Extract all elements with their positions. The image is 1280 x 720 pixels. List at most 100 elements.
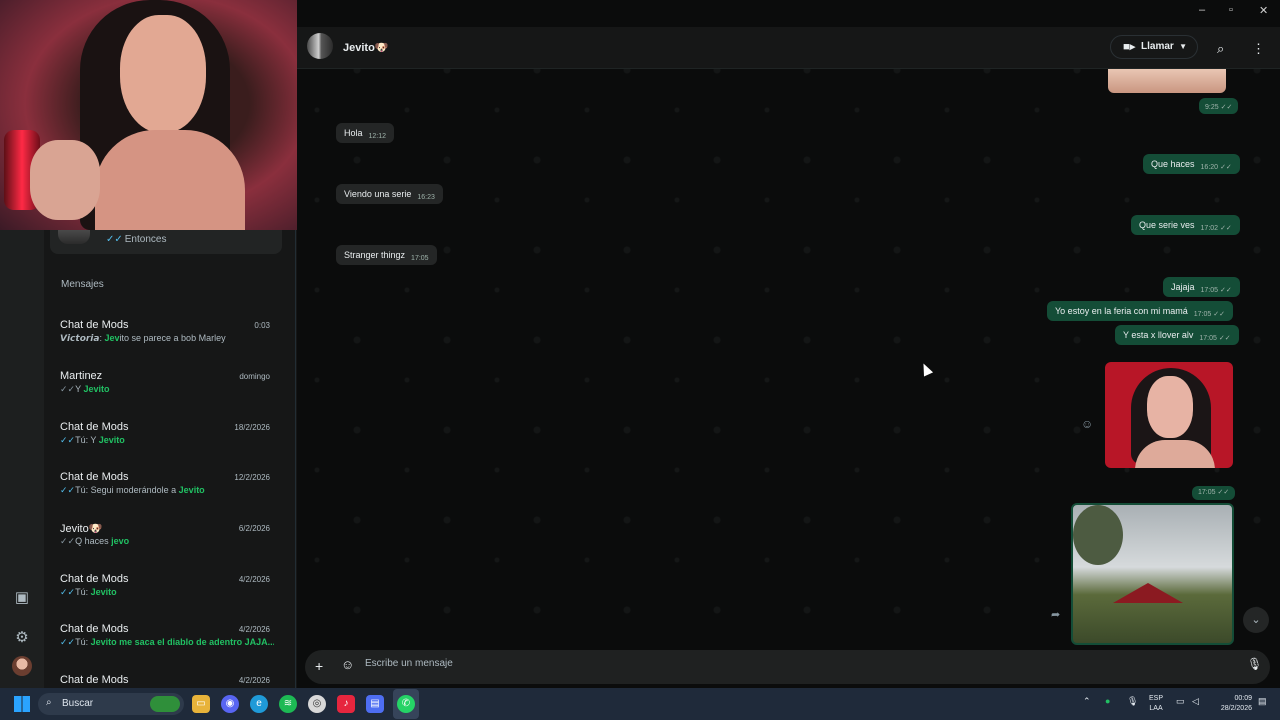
chat-list-item[interactable]: Jevito🐶 6/2/2026 ✓✓Q haces jevo: [60, 522, 274, 566]
chat-preview: ✓✓Tú: Jevito: [60, 587, 117, 597]
microphone-icon[interactable]: 🎙: [1247, 657, 1262, 671]
incoming-message[interactable]: Hola 12:12: [336, 123, 395, 143]
chat-list-item[interactable]: Chat de Mods 4/2/2026 ✓✓Tú: Jevito me sa…: [60, 623, 274, 667]
chat-list-item[interactable]: Chat de Mods 4/2/2026 ✓✓Tú: Jevito: [60, 573, 274, 617]
image-message[interactable]: [1108, 69, 1226, 93]
taskbar: ⌕ Buscar ▭ ◉ e ≋ ◎ ♪ ▤ ✆ ⌃ ● 🎙 ESP LAA ▭ …: [0, 688, 1280, 720]
volume-icon[interactable]: ◁: [1192, 696, 1199, 707]
microphone-icon[interactable]: 🎙: [1127, 696, 1138, 707]
chat-time: 18/2/2026: [234, 423, 270, 432]
incoming-message[interactable]: Viendo una serie 16:23: [336, 184, 443, 204]
input-language[interactable]: ESP LAA: [1149, 694, 1163, 714]
chevron-down-icon: ⌄: [1251, 614, 1261, 626]
maximize-button[interactable]: ▫: [1229, 4, 1233, 16]
chat-preview: ✓✓Tú: Jevito me saca el diablo de adentr…: [60, 637, 274, 647]
contact-name[interactable]: Jevito🐶: [343, 41, 389, 54]
video-camera-icon: ■▸: [1123, 41, 1136, 53]
chat-name: Chat de Mods: [60, 573, 129, 585]
message-time: 9:25 ✓✓: [1199, 98, 1239, 114]
chat-preview: ✓✓Tú: Segui moderándole a Jevito: [60, 485, 205, 495]
notification-icon[interactable]: ▤: [1258, 696, 1267, 707]
chat-time: 4/2/2026: [238, 575, 270, 584]
mouse-cursor: [918, 361, 934, 377]
outgoing-message[interactable]: Jajaja 17:05 ✓✓: [1163, 277, 1240, 297]
image-message[interactable]: [1105, 362, 1233, 468]
outgoing-message[interactable]: Yo estoy en la feria con mi mamá 17:05 ✓✓: [1047, 301, 1233, 321]
message-composer: + ☺ Escribe un mensaje 🎙: [297, 646, 1280, 688]
double-check-icon: ✓✓: [60, 384, 76, 394]
pinned-preview: ✓✓ Entonces: [106, 234, 167, 245]
tiktok-icon[interactable]: ♪: [337, 695, 355, 713]
search-label: Buscar: [62, 698, 94, 709]
image-icon[interactable]: ▣: [12, 588, 32, 608]
double-check-icon: ✓✓: [60, 485, 76, 495]
call-label: Llamar: [1141, 41, 1174, 52]
message-time: 17:05 ✓✓: [1192, 486, 1236, 500]
chat-time: 4/2/2026: [238, 676, 270, 685]
chat-name: Martinez: [60, 370, 103, 382]
chat-list-item[interactable]: Chat de Mods 12/2/2026 ✓✓Tú: Segui moder…: [60, 471, 274, 515]
chat-name: Chat de Mods: [60, 471, 129, 483]
chat-name: Jevito🐶: [60, 523, 103, 535]
chat-time: 6/2/2026: [238, 524, 270, 533]
incoming-message[interactable]: Stranger thingz 17:05: [336, 245, 437, 265]
search-icon[interactable]: ⌕: [1217, 41, 1224, 57]
chat-preview: ✓✓Tú: Y Jevito: [60, 435, 125, 445]
network-icon[interactable]: ▭: [1176, 696, 1185, 707]
image-message[interactable]: [1071, 503, 1234, 645]
title-bar: – ▫ ✕: [297, 0, 1280, 27]
outgoing-message[interactable]: Que serie ves 17:02 ✓✓: [1131, 215, 1240, 235]
status-dot-icon[interactable]: ●: [1105, 696, 1110, 706]
chat-list-item[interactable]: Chat de Mods 0:03 𝙑𝙞𝙘𝙩𝙤𝙧𝙞𝙖: Jevito se pa…: [60, 319, 274, 363]
windows-start-icon[interactable]: [14, 696, 30, 712]
sticker-icon[interactable]: ☺: [341, 657, 354, 672]
chat-time: domingo: [239, 372, 270, 381]
chat-list-item[interactable]: Chat de Mods 18/2/2026 ✓✓Tú: Y Jevito: [60, 421, 274, 465]
chat-name: Chat de Mods: [60, 623, 129, 635]
minimize-button[interactable]: –: [1199, 4, 1205, 16]
conversation-pane: – ▫ ✕ Jevito🐶 ■▸ Llamar ▼ ⌕ ⋮ 9:25 ✓✓ Hol…: [297, 0, 1280, 688]
chevron-down-icon: ▼: [1179, 42, 1187, 51]
whatsapp-icon[interactable]: ✆: [397, 695, 415, 713]
chat-name: Chat de Mods: [60, 674, 129, 686]
scroll-down-button[interactable]: ⌄: [1243, 607, 1269, 633]
plus-icon[interactable]: +: [315, 658, 323, 674]
chevron-up-icon[interactable]: ⌃: [1083, 696, 1091, 707]
forward-icon[interactable]: ➦: [1051, 608, 1060, 621]
double-check-icon: ✓✓: [60, 536, 76, 546]
discord-icon[interactable]: ◉: [221, 695, 239, 713]
message-input[interactable]: Escribe un mensaje: [365, 658, 453, 669]
outgoing-message[interactable]: Y esta x llover alv 17:05 ✓✓: [1115, 325, 1239, 345]
clock[interactable]: 00:09 28/2/2026: [1210, 694, 1252, 714]
whatsapp-window: ▣ ⚙ ✓✓ Entonces Mensajes Chat de Mods 0:0…: [0, 0, 1280, 688]
outgoing-message[interactable]: Que haces 16:20 ✓✓: [1143, 154, 1240, 174]
search-highlight-image: [150, 696, 180, 712]
chat-header[interactable]: Jevito🐶 ■▸ Llamar ▼ ⌕ ⋮: [297, 27, 1280, 69]
chat-list-item[interactable]: Chat de Mods 4/2/2026: [60, 674, 274, 688]
search-icon: ⌕: [46, 697, 52, 708]
edge-icon[interactable]: e: [250, 695, 268, 713]
double-check-icon: ✓✓: [60, 637, 76, 647]
close-button[interactable]: ✕: [1259, 4, 1268, 17]
chrome-icon[interactable]: ◎: [308, 695, 326, 713]
emoji-react-icon[interactable]: ☺: [1081, 417, 1093, 431]
section-title-messages: Mensajes: [61, 279, 104, 290]
file-explorer-icon[interactable]: ▭: [192, 695, 210, 713]
double-check-icon: ✓✓: [60, 587, 76, 597]
webcam-overlay: [0, 0, 303, 230]
chat-preview: ✓✓Q haces jevo: [60, 536, 130, 546]
chat-list-item[interactable]: Martinez domingo ✓✓Y Jevito: [60, 370, 274, 414]
notes-icon[interactable]: ▤: [366, 695, 384, 713]
chat-preview: 𝙑𝙞𝙘𝙩𝙤𝙧𝙞𝙖: Jevito se parece a bob Marley: [60, 333, 226, 343]
spotify-icon[interactable]: ≋: [279, 695, 297, 713]
chat-time: 4/2/2026: [238, 625, 270, 634]
profile-avatar[interactable]: [12, 656, 32, 676]
taskbar-search[interactable]: ⌕ Buscar: [38, 693, 184, 715]
chat-preview: ✓✓Y Jevito: [60, 384, 110, 394]
chat-name: Chat de Mods: [60, 421, 129, 433]
avatar[interactable]: [307, 33, 333, 59]
more-vertical-icon[interactable]: ⋮: [1252, 41, 1265, 57]
gear-icon[interactable]: ⚙: [12, 628, 32, 648]
call-button[interactable]: ■▸ Llamar ▼: [1110, 35, 1198, 59]
chat-name: Chat de Mods: [60, 319, 129, 331]
